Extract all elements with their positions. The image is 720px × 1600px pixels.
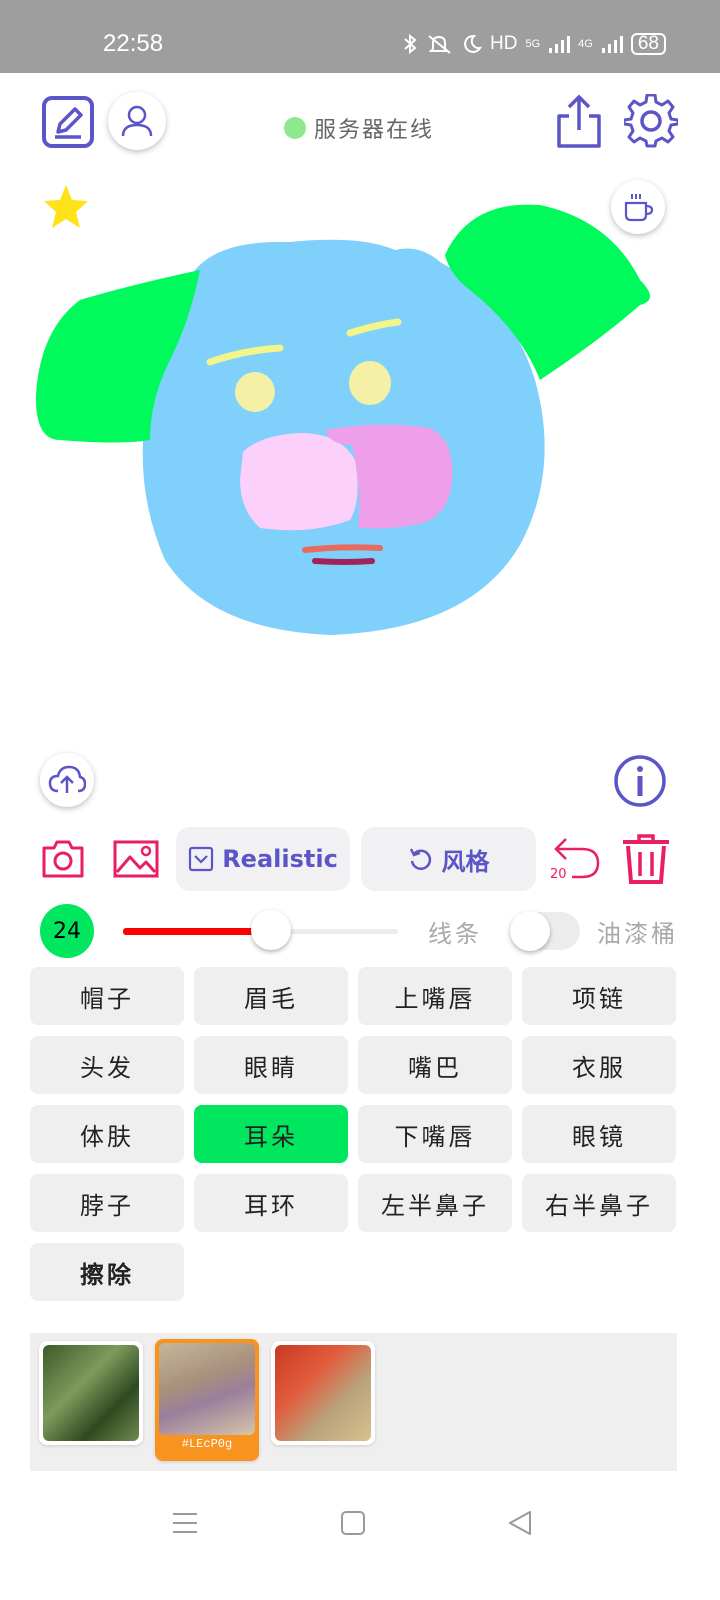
info-button[interactable] — [613, 754, 667, 808]
signal-icon-2 — [601, 36, 623, 53]
part-button[interactable]: 眉毛 — [194, 967, 348, 1025]
bluetooth-icon — [404, 33, 417, 55]
battery-indicator: 68 — [630, 33, 666, 55]
hd-indicator: HD — [490, 33, 518, 54]
trash-icon — [623, 834, 669, 884]
user-button[interactable] — [108, 92, 166, 150]
part-button[interactable]: 右半鼻子 — [522, 1174, 676, 1232]
part-button[interactable]: 左半鼻子 — [358, 1174, 512, 1232]
clock: 22:58 — [103, 30, 164, 57]
brush-size-slider-thumb[interactable] — [251, 910, 291, 950]
moon-icon — [464, 34, 482, 53]
share-button[interactable] — [555, 94, 603, 150]
edit-button[interactable] — [41, 95, 95, 149]
fill-mode-toggle-knob[interactable] — [510, 911, 550, 951]
5g-indicator: 5G — [525, 38, 541, 50]
back-icon[interactable] — [507, 1510, 533, 1536]
rotate-icon — [409, 848, 431, 870]
cloud-upload-icon — [48, 765, 86, 793]
server-status: 服务器在线 — [284, 112, 434, 144]
user-icon — [121, 105, 153, 137]
part-button[interactable]: 上嘴唇 — [358, 967, 512, 1025]
4g-indicator: 4G — [578, 38, 593, 50]
gallery-image-2 — [159, 1343, 255, 1435]
part-button[interactable]: 脖子 — [30, 1174, 184, 1232]
settings-button[interactable] — [622, 93, 680, 148]
info-icon — [614, 755, 666, 807]
checkbox-icon — [189, 846, 214, 872]
signal-icon — [549, 36, 571, 53]
undo-button[interactable]: 20 — [550, 833, 602, 885]
part-button[interactable]: 眼睛 — [194, 1036, 348, 1094]
right-eye — [349, 361, 391, 405]
brush-size-slider-fill — [123, 928, 271, 935]
part-button[interactable]: 擦除 — [30, 1243, 184, 1301]
coffee-cup-icon — [624, 194, 654, 222]
gallery-thumb-3[interactable] — [271, 1341, 375, 1445]
mute-icon — [428, 35, 451, 54]
status-icons: HD 5G 4G 68 — [402, 33, 666, 55]
part-button[interactable]: 衣服 — [522, 1036, 676, 1094]
gallery-thumb-1[interactable] — [39, 1341, 143, 1445]
status-bar: 22:58 HD 5G 4G 68 — [0, 0, 720, 73]
camera-button[interactable] — [41, 838, 85, 880]
part-button[interactable]: 耳朵 — [194, 1105, 348, 1163]
camera-icon — [42, 840, 84, 878]
gallery-thumb-caption: #LEcP0g — [181, 1437, 233, 1451]
delete-button[interactable] — [621, 832, 671, 886]
part-button[interactable]: 眼镜 — [522, 1105, 676, 1163]
style-label: 风格 — [441, 847, 490, 876]
image-icon — [113, 840, 159, 878]
share-icon — [557, 94, 601, 148]
left-eye — [235, 372, 275, 412]
gallery-image-1 — [43, 1345, 139, 1441]
gallery-image-3 — [275, 1345, 371, 1441]
part-button[interactable]: 嘴巴 — [358, 1036, 512, 1094]
drawing-canvas[interactable] — [0, 160, 720, 740]
brush-size-badge: 24 — [40, 904, 94, 958]
line-mode-label: 线条 — [428, 920, 482, 948]
part-button[interactable]: 体肤 — [30, 1105, 184, 1163]
style-gallery: #LEcP0g — [30, 1333, 677, 1471]
realistic-label: Realistic — [222, 845, 338, 873]
undo-count: 20 — [550, 867, 567, 882]
upload-button[interactable] — [40, 753, 94, 807]
left-nose — [240, 433, 358, 531]
upper-lip — [302, 544, 383, 553]
status-dot — [284, 117, 306, 139]
gear-icon — [622, 93, 680, 148]
part-button[interactable]: 耳环 — [194, 1174, 348, 1232]
lower-lip — [312, 558, 375, 565]
gallery-thumb-2[interactable]: #LEcP0g — [155, 1339, 259, 1461]
home-icon[interactable] — [340, 1510, 366, 1536]
part-button[interactable]: 头发 — [30, 1036, 184, 1094]
part-button[interactable]: 下嘴唇 — [358, 1105, 512, 1163]
favorite-button[interactable] — [41, 183, 91, 231]
part-button[interactable]: 帽子 — [30, 967, 184, 1025]
bucket-mode-label: 油漆桶 — [597, 920, 678, 948]
drawing-artwork — [35, 204, 650, 636]
edit-icon — [42, 96, 94, 148]
coffee-button[interactable] — [611, 180, 665, 234]
star-icon — [44, 185, 88, 228]
style-button[interactable]: 风格 — [361, 827, 536, 891]
gallery-button[interactable] — [113, 838, 159, 880]
server-status-text: 服务器在线 — [314, 118, 435, 143]
realistic-button[interactable]: Realistic — [176, 827, 350, 891]
part-button[interactable]: 项链 — [522, 967, 676, 1025]
menu-icon[interactable] — [172, 1510, 198, 1536]
